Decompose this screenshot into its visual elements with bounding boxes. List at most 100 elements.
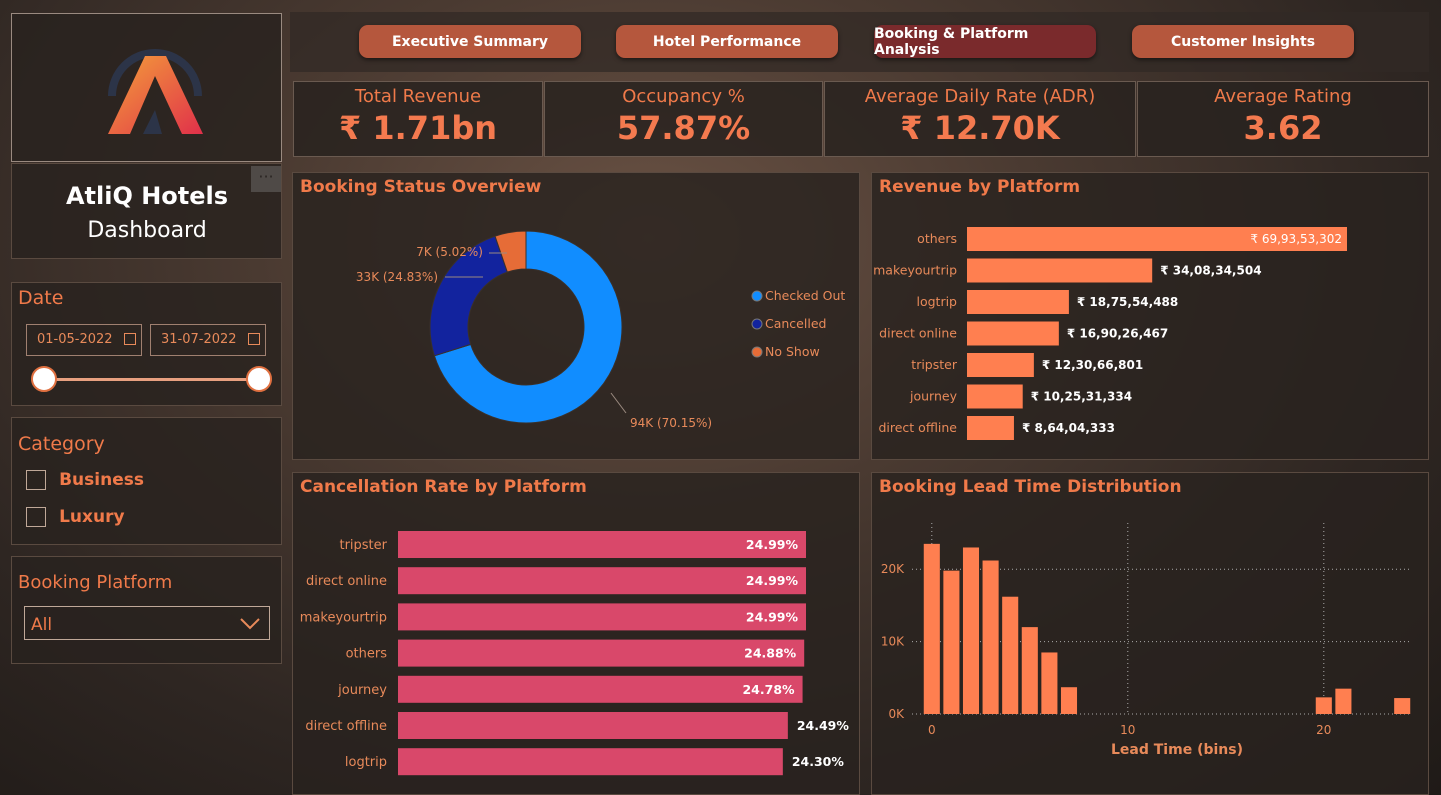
histogram-bar[interactable] <box>1041 652 1058 714</box>
bar-category-label: journey <box>337 683 387 698</box>
x-tick-label: 0 <box>928 723 936 737</box>
nav-bar: Executive Summary Hotel Performance Book… <box>290 12 1429 72</box>
bar-data-label: 24.99% <box>746 537 799 552</box>
kpi-total-revenue: Total Revenue ₹ 1.71bn <box>293 81 543 157</box>
bar-category-label: journey <box>909 389 958 404</box>
legend-label: No Show <box>765 344 820 359</box>
histogram-bar[interactable] <box>1315 697 1332 714</box>
category-option-label: Luxury <box>59 506 125 527</box>
y-tick-label: 10K <box>881 635 905 649</box>
bar-category-label: direct offline <box>305 719 387 734</box>
legend-marker <box>751 318 763 330</box>
chevron-down-icon <box>240 618 260 630</box>
cancellation-bar[interactable] <box>398 748 783 776</box>
booking-status-panel: Booking Status Overview 94K (70.15%) 33K … <box>292 172 860 460</box>
bar-category-label: others <box>917 231 957 246</box>
kpi-average-rating: Average Rating 3.62 <box>1137 81 1429 157</box>
booking-status-donut: 94K (70.15%) 33K (24.83%) 7K (5.02%) Checke… <box>356 230 845 430</box>
brand-subtitle: Dashboard <box>87 218 207 243</box>
x-tick-label: 10 <box>1120 723 1135 737</box>
histogram-bar[interactable] <box>962 547 980 714</box>
bar-category-label: makeyourtrip <box>300 610 387 625</box>
end-date-value: 31-07-2022 <box>161 332 237 347</box>
legend-marker <box>751 346 763 358</box>
bar-data-label: 24.99% <box>746 573 799 588</box>
bar-category-label: logtrip <box>345 755 387 770</box>
checkbox[interactable] <box>26 469 46 490</box>
bar-data-label: ₹ 18,75,54,488 <box>1077 295 1178 309</box>
kpi-occupancy: Occupancy % 57.87% <box>544 81 823 157</box>
calendar-icon <box>124 333 136 345</box>
bar-data-label: 24.99% <box>746 609 799 624</box>
lead-time-panel: Booking Lead Time Distribution 0 10 20 0K 10… <box>871 472 1429 795</box>
revenue-bar[interactable] <box>967 321 1059 346</box>
atliq-logo <box>108 49 203 134</box>
category-option-label: Business <box>59 469 144 490</box>
revenue-bar[interactable] <box>967 353 1034 377</box>
revenue-bar[interactable] <box>967 384 1023 409</box>
kpi-value: ₹ 12.70K <box>900 109 1060 147</box>
histogram-bar[interactable] <box>1021 627 1038 714</box>
cancellation-bar[interactable] <box>398 567 806 595</box>
histogram-bar[interactable] <box>1002 596 1019 714</box>
brand-title: AtliQ Hotels <box>65 182 229 210</box>
bar-data-label: ₹ 69,93,53,302 <box>1250 232 1342 246</box>
category-option-business[interactable]: Business <box>26 469 144 490</box>
bar-category-label: direct online <box>879 326 957 341</box>
revenue-bar[interactable] <box>967 290 1069 314</box>
legend-marker <box>751 290 763 302</box>
donut-data-label: 94K (70.15%) <box>630 416 712 430</box>
platform-filter-title: Booking Platform <box>18 572 173 593</box>
tab-customer-insights[interactable]: Customer Insights <box>1132 25 1354 58</box>
bar-category-label: direct offline <box>878 420 957 435</box>
platform-dropdown[interactable]: All <box>24 606 270 640</box>
donut-data-label: 7K (5.02%) <box>416 245 483 259</box>
date-slider-end-handle[interactable] <box>246 366 272 392</box>
histogram-bar[interactable] <box>943 570 960 714</box>
chart-title: Revenue by Platform <box>879 177 1081 197</box>
bar-data-label: ₹ 12,30,66,801 <box>1042 358 1143 372</box>
kpi-label: Average Rating <box>1214 86 1352 107</box>
donut-data-label: 33K (24.83%) <box>356 270 438 284</box>
kpi-label: Occupancy % <box>622 86 745 107</box>
kpi-value: 57.87% <box>616 109 751 147</box>
tab-executive-summary[interactable]: Executive Summary <box>359 25 581 58</box>
cancellation-bar[interactable] <box>398 603 806 631</box>
kpi-label: Average Daily Rate (ADR) <box>864 86 1096 107</box>
calendar-icon <box>248 333 260 345</box>
histogram-bar[interactable] <box>1335 688 1352 714</box>
checkbox[interactable] <box>26 506 46 527</box>
kpi-label: Total Revenue <box>354 86 482 107</box>
x-tick-label: 20 <box>1316 723 1331 737</box>
tab-booking-platform-analysis[interactable]: Booking & Platform Analysis <box>874 25 1096 58</box>
bar-data-label: 24.30% <box>792 754 845 769</box>
cancellation-rate-panel: Cancellation Rate by Platform tripster 24… <box>292 472 860 795</box>
bar-data-label: 24.49% <box>797 718 850 733</box>
date-slider-start-handle[interactable] <box>31 366 57 392</box>
bar-data-label: ₹ 34,08,34,504 <box>1160 264 1261 278</box>
bar-data-label: ₹ 10,25,31,334 <box>1031 390 1132 404</box>
histogram-bar[interactable] <box>982 560 999 714</box>
chart-title: Booking Status Overview <box>300 177 542 197</box>
category-option-luxury[interactable]: Luxury <box>26 506 125 527</box>
brand-panel: AtliQ Hotels Dashboard <box>11 163 282 259</box>
cancellation-bar[interactable] <box>398 531 806 558</box>
revenue-bar[interactable] <box>967 416 1014 440</box>
histogram-bar[interactable] <box>1394 698 1411 714</box>
histogram-bar[interactable] <box>923 543 940 714</box>
legend-label: Cancelled <box>765 316 826 331</box>
platform-dropdown-value: All <box>31 615 53 635</box>
tab-hotel-performance[interactable]: Hotel Performance <box>616 25 838 58</box>
bar-data-label: ₹ 8,64,04,333 <box>1022 421 1115 435</box>
cancellation-rate-chart: tripster 24.99% direct online 24.99% makeyou… <box>300 531 850 776</box>
start-date-input[interactable]: 01-05-2022 <box>26 324 142 356</box>
revenue-bar[interactable] <box>967 258 1153 283</box>
start-date-value: 01-05-2022 <box>37 332 113 347</box>
cancellation-bar[interactable] <box>398 712 788 739</box>
histogram-bar[interactable] <box>1060 687 1078 714</box>
date-slider-track <box>44 378 259 381</box>
bar-data-label: ₹ 16,90,26,467 <box>1067 327 1168 341</box>
lead-time-chart: 0 10 20 0K 10K 20K Lead Time (bins) <box>881 523 1412 758</box>
end-date-input[interactable]: 31-07-2022 <box>150 324 266 356</box>
bar-data-label: 24.88% <box>744 646 797 661</box>
